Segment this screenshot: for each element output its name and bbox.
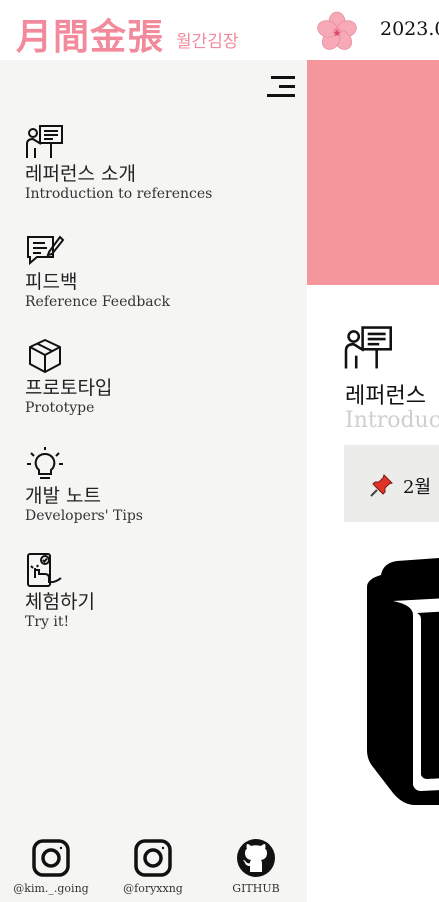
cherry-blossom-icon: [317, 11, 357, 50]
main-content: 레퍼런스 Introducti 2월: [307, 60, 439, 902]
social-link-instagram-1[interactable]: @kim._.going: [10, 838, 92, 895]
social-links: @kim._.going @foryxxng GITHUB: [0, 838, 307, 902]
hero-banner: [307, 60, 439, 285]
sidebar-item-title: 개발 노트: [25, 485, 101, 507]
social-label: @kim._.going: [13, 882, 89, 895]
sidebar-item-feedback[interactable]: 피드백 Reference Feedback: [25, 232, 285, 311]
notion-logo-icon: [367, 558, 439, 805]
presentation-icon: [26, 125, 63, 158]
sidebar-item-subtitle: Try it!: [25, 614, 70, 630]
cube-icon: [29, 339, 61, 373]
sidebar: 레퍼런스 소개 Introduction to references 피드백 R…: [0, 60, 307, 902]
sidebar-item-title: 피드백: [25, 271, 78, 293]
social-link-instagram-2[interactable]: @foryxxng: [112, 838, 194, 895]
issue-date: 2023.0: [380, 18, 439, 40]
feedback-icon: [27, 235, 65, 266]
social-label: GITHUB: [232, 882, 280, 895]
github-icon: [237, 839, 275, 877]
sidebar-item-subtitle: Introduction to references: [25, 186, 213, 202]
sidebar-item-title: 레퍼런스 소개: [25, 163, 136, 185]
sidebar-item-prototype[interactable]: 프로토타입 Prototype: [25, 338, 285, 417]
presentation-icon: [344, 326, 392, 369]
social-label: @foryxxng: [123, 882, 183, 895]
site-logo[interactable]: 月間金張: [16, 8, 164, 60]
sidebar-item-references[interactable]: 레퍼런스 소개 Introduction to references: [25, 124, 285, 203]
site-logo-subtitle: 월간김장: [176, 32, 239, 52]
menu-toggle-icon[interactable]: [265, 74, 299, 100]
pushpin-icon: [370, 474, 393, 497]
instagram-icon: [134, 839, 172, 877]
sidebar-item-title: 체험하기: [25, 591, 95, 613]
section-title: 레퍼런스: [345, 384, 426, 409]
section-subtitle: Introducti: [345, 408, 439, 433]
sidebar-item-subtitle: Developers' Tips: [25, 508, 143, 524]
sidebar-item-subtitle: Prototype: [25, 400, 95, 416]
sidebar-item-title: 프로토타입: [25, 377, 113, 399]
sidebar-item-subtitle: Reference Feedback: [25, 294, 170, 310]
tablet-touch-icon: [27, 553, 62, 587]
instagram-icon: [32, 839, 70, 877]
top-header: 月間金張 월간김장 2023.0: [0, 0, 439, 60]
social-link-github[interactable]: GITHUB: [215, 838, 297, 895]
notice-text: 2월: [403, 477, 432, 498]
notice-card[interactable]: 2월: [344, 445, 439, 522]
lightbulb-icon: [27, 447, 63, 479]
sidebar-item-try-it[interactable]: 체험하기 Try it!: [25, 552, 285, 631]
sidebar-item-dev-notes[interactable]: 개발 노트 Developers' Tips: [25, 446, 285, 525]
